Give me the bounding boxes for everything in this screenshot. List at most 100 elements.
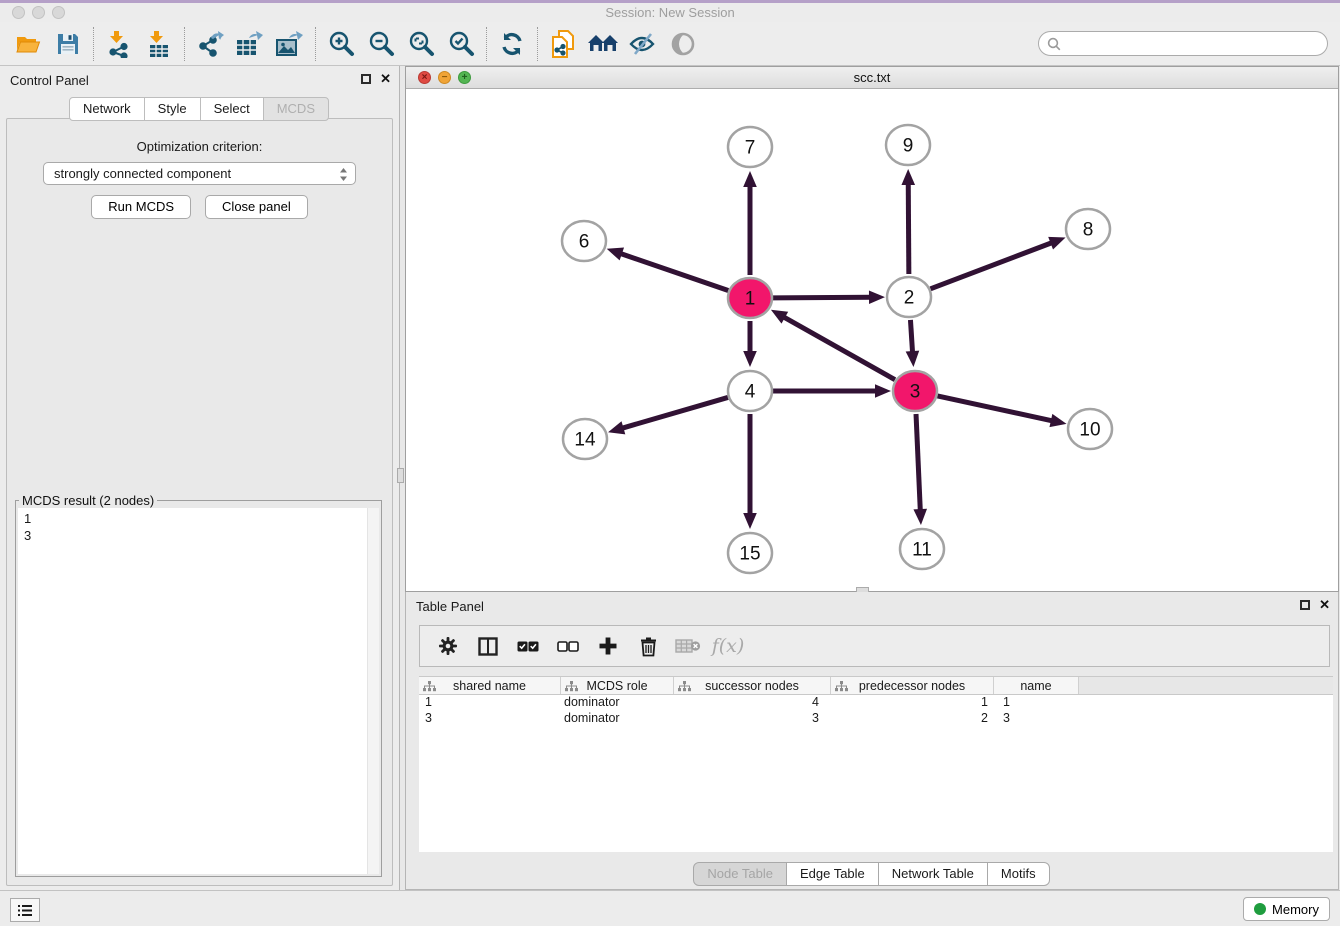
- tab-motifs[interactable]: Motifs: [987, 862, 1050, 886]
- close-panel-icon[interactable]: ✕: [380, 73, 391, 85]
- save-session-button[interactable]: [48, 26, 88, 62]
- column-header-predecessor-nodes[interactable]: predecessor nodes: [831, 677, 994, 694]
- task-history-button[interactable]: [10, 898, 40, 922]
- show-networks-home-button[interactable]: [583, 26, 623, 62]
- graph-edge-2-9[interactable]: [908, 182, 909, 274]
- delete-table-button[interactable]: [670, 629, 706, 663]
- result-scrollbar[interactable]: [367, 508, 379, 874]
- network-window-title: scc.txt: [406, 70, 1338, 85]
- trash-icon: [639, 636, 658, 657]
- graph-edge-3-1[interactable]: [782, 316, 895, 380]
- table-cell[interactable]: 3: [419, 711, 561, 727]
- memory-button[interactable]: Memory: [1243, 897, 1330, 921]
- tab-network-table[interactable]: Network Table: [878, 862, 988, 886]
- zoom-in-button[interactable]: [321, 26, 361, 62]
- table-row[interactable]: 3dominator323: [419, 711, 1333, 727]
- checked-boxes-icon: [517, 641, 539, 652]
- table-cell[interactable]: dominator: [561, 695, 674, 711]
- function-builder-button[interactable]: f(x): [710, 629, 746, 663]
- toggle-panes-button[interactable]: [470, 629, 506, 663]
- column-header-name[interactable]: name: [994, 677, 1079, 694]
- optimization-select-value: strongly connected component: [54, 166, 231, 181]
- column-header-label: predecessor nodes: [831, 679, 993, 693]
- export-network-button[interactable]: [190, 26, 230, 62]
- zoom-fit-icon: [407, 30, 435, 58]
- graph-node-label-8: 8: [1083, 220, 1094, 241]
- mcds-panel: Optimization criterion: strongly connect…: [6, 118, 393, 886]
- table-cell[interactable]: dominator: [561, 711, 674, 727]
- zoom-selected-button[interactable]: [441, 26, 481, 62]
- tab-network[interactable]: Network: [69, 97, 145, 121]
- apply-layout-button[interactable]: [492, 26, 532, 62]
- add-column-button[interactable]: [590, 629, 626, 663]
- graph-node-label-1: 1: [745, 289, 756, 310]
- vertical-splitter-grip[interactable]: [397, 468, 404, 483]
- graph-edge-4-14[interactable]: [621, 397, 728, 428]
- select-all-button[interactable]: [510, 629, 546, 663]
- mcds-result-text: 1 3: [18, 508, 379, 544]
- duplicate-network-icon: [550, 29, 576, 59]
- tab-select[interactable]: Select: [200, 97, 264, 121]
- table-row[interactable]: 1dominator411: [419, 695, 1333, 711]
- table-cell[interactable]: 2: [831, 711, 994, 727]
- zoom-fit-button[interactable]: [401, 26, 441, 62]
- zoom-out-button[interactable]: [361, 26, 401, 62]
- table-cell[interactable]: 1: [419, 695, 561, 711]
- table-cell[interactable]: 3: [994, 711, 1079, 727]
- search-input[interactable]: [1066, 36, 1319, 51]
- graph-edge-3-11[interactable]: [916, 414, 920, 512]
- graph-node-label-3: 3: [910, 382, 921, 403]
- inactive-eye-button[interactable]: [663, 26, 703, 62]
- duplicate-network-button[interactable]: [543, 26, 583, 62]
- houses-icon: [587, 32, 619, 56]
- table-panel-title: Table Panel: [416, 599, 484, 614]
- table-cell[interactable]: 4: [674, 695, 831, 711]
- export-image-button[interactable]: [270, 26, 310, 62]
- table-cell[interactable]: 1: [831, 695, 994, 711]
- memory-label: Memory: [1272, 902, 1319, 917]
- graph-edge-1-2[interactable]: [773, 297, 872, 298]
- column-header-shared-name[interactable]: shared name: [419, 677, 561, 694]
- run-mcds-button[interactable]: Run MCDS: [91, 195, 191, 219]
- graph-node-label-10: 10: [1079, 420, 1100, 441]
- graph-node-label-6: 6: [579, 232, 590, 253]
- close-table-panel-icon[interactable]: ✕: [1319, 599, 1330, 611]
- optimization-select[interactable]: strongly connected component: [43, 162, 356, 185]
- export-network-icon: [196, 30, 224, 58]
- graph-edge-2-3[interactable]: [910, 320, 912, 354]
- deselect-all-button[interactable]: [550, 629, 586, 663]
- graph-edge-2-8[interactable]: [931, 242, 1054, 289]
- graph-edge-1-6[interactable]: [619, 253, 728, 291]
- float-panel-icon[interactable]: [361, 74, 371, 84]
- table-cell[interactable]: 3: [674, 711, 831, 727]
- tab-mcds[interactable]: MCDS: [263, 97, 329, 121]
- hide-panel-eye-button[interactable]: [623, 26, 663, 62]
- import-network-button[interactable]: [99, 26, 139, 62]
- open-session-button[interactable]: [8, 26, 48, 62]
- toolbar-separator: [184, 27, 185, 61]
- tab-node-table[interactable]: Node Table: [693, 862, 787, 886]
- status-bar: Memory: [0, 890, 1340, 926]
- column-header-MCDS-role[interactable]: MCDS role: [561, 677, 674, 694]
- graph-node-label-11: 11: [912, 540, 932, 561]
- import-table-button[interactable]: [139, 26, 179, 62]
- close-panel-button[interactable]: Close panel: [205, 195, 308, 219]
- table-toolbar: f(x): [419, 625, 1330, 667]
- float-table-panel-icon[interactable]: [1300, 600, 1310, 610]
- contrast-circle-icon: [670, 31, 696, 57]
- fx-icon: f(x): [712, 635, 745, 657]
- import-table-icon: [146, 30, 172, 58]
- delete-table-icon: [675, 637, 701, 655]
- table-cell[interactable]: 1: [994, 695, 1079, 711]
- delete-column-button[interactable]: [630, 629, 666, 663]
- export-table-button[interactable]: [230, 26, 270, 62]
- tab-edge-table[interactable]: Edge Table: [786, 862, 879, 886]
- tab-style[interactable]: Style: [144, 97, 201, 121]
- network-window-titlebar: × − + scc.txt: [406, 67, 1338, 89]
- split-pane-icon: [478, 637, 498, 656]
- table-options-button[interactable]: [430, 629, 466, 663]
- network-canvas[interactable]: 7968124314101511: [406, 89, 1338, 591]
- title-bar: Session: New Session: [0, 3, 1340, 22]
- graph-edge-3-10[interactable]: [937, 396, 1053, 421]
- column-header-successor-nodes[interactable]: successor nodes: [674, 677, 831, 694]
